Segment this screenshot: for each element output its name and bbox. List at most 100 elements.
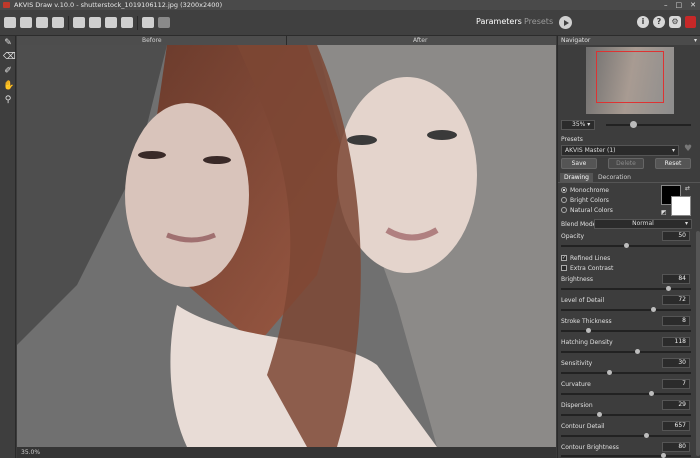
image-canvas[interactable] [17, 45, 556, 447]
param-label: Opacity [561, 233, 585, 240]
settings-panel: Navigator ▾ 35% ▾ Presets AKVIS Master (… [557, 36, 700, 458]
extra-contrast-checkbox[interactable] [561, 265, 567, 271]
eraser-icon[interactable]: ⌫ [3, 52, 16, 62]
param-slider-knob[interactable] [634, 349, 640, 354]
param-slider[interactable] [561, 309, 691, 311]
save-file-icon[interactable] [36, 17, 48, 28]
param-slider-knob[interactable] [586, 328, 591, 333]
param-value[interactable]: 7 [662, 379, 690, 389]
param-value[interactable]: 118 [662, 337, 690, 347]
param-value[interactable]: 84 [662, 274, 690, 284]
print-icon[interactable] [52, 17, 64, 28]
monochrome-label: Monochrome [570, 187, 609, 194]
blend-mode-value: Normal [632, 220, 654, 227]
reset-preset-button[interactable]: Reset [655, 158, 691, 169]
notifications-icon[interactable] [685, 16, 696, 28]
run-icon[interactable] [559, 16, 572, 29]
toolbar-divider [137, 16, 138, 30]
swap-colors-icon[interactable]: ⇄ [685, 185, 690, 192]
param-slider-knob[interactable] [648, 391, 654, 396]
natural-colors-radio[interactable] [561, 207, 567, 213]
chevron-down-icon: ▾ [671, 147, 675, 154]
param-slider-knob[interactable] [623, 243, 629, 248]
zoom-select[interactable]: 35% ▾ [561, 120, 595, 130]
batch-icon[interactable] [89, 17, 101, 28]
window-title: AKVIS Draw v.10.0 - shutterstock_1019106… [14, 1, 223, 9]
refined-lines-label: Refined Lines [570, 255, 611, 262]
navigator-title: Navigator [561, 37, 591, 44]
param-slider[interactable] [561, 455, 691, 457]
navigator-viewport[interactable] [596, 51, 664, 103]
param-value[interactable]: 50 [662, 231, 690, 241]
zoom-icon[interactable]: ⚲ [3, 95, 13, 105]
bright-colors-radio[interactable] [561, 197, 567, 203]
portrait-sketch-image [17, 45, 556, 447]
param-label: Brightness [561, 276, 593, 283]
param-value[interactable]: 657 [662, 421, 690, 431]
param-slider[interactable] [561, 414, 691, 416]
close-button[interactable]: ✕ [690, 0, 696, 10]
hand-icon[interactable]: ✋ [3, 81, 14, 91]
zoom-slider-knob[interactable] [630, 121, 637, 128]
collapse-icon[interactable]: ▾ [694, 36, 697, 45]
brush-icon[interactable]: ✎ [3, 38, 13, 48]
param-label: Contour Brightness [561, 444, 619, 451]
param-value[interactable]: 30 [662, 358, 690, 368]
param-slider-knob[interactable] [666, 286, 671, 291]
before-tab[interactable]: Before [142, 36, 162, 45]
info-icon[interactable]: i [637, 16, 649, 28]
param-slider[interactable] [561, 351, 691, 353]
import-icon[interactable] [105, 17, 117, 28]
monochrome-radio[interactable] [561, 187, 567, 193]
param-slider[interactable] [561, 393, 691, 395]
tab-parameters[interactable]: Parameters [476, 17, 522, 26]
redo-icon[interactable] [158, 17, 170, 28]
tab-decoration[interactable]: Decoration [594, 173, 635, 183]
panel-tabs: Drawing Decoration [558, 173, 700, 183]
tab-drawing[interactable]: Drawing [560, 173, 593, 183]
maximize-button[interactable]: □ [676, 0, 683, 10]
param-slider-knob[interactable] [643, 433, 649, 438]
help-icon[interactable]: ? [653, 16, 665, 28]
share-icon[interactable] [73, 17, 85, 28]
param-value[interactable]: 29 [662, 400, 690, 410]
history-brush-icon[interactable]: ✐ [3, 66, 13, 76]
bright-colors-label: Bright Colors [570, 197, 609, 204]
akvis-app-icon [3, 2, 10, 8]
open-file-icon[interactable] [4, 17, 16, 28]
param-slider-knob[interactable] [651, 307, 656, 312]
param-slider-knob[interactable] [597, 412, 603, 417]
undo-icon[interactable] [142, 17, 154, 28]
param-value[interactable]: 72 [662, 295, 690, 305]
delete-preset-button[interactable]: Delete [608, 158, 644, 169]
open-batch-icon[interactable] [20, 17, 32, 28]
main-toolbar: Parameters Presets i ? ⚙ [0, 10, 700, 36]
panel-scrollbar[interactable] [696, 231, 700, 456]
toolbar-divider [68, 16, 69, 30]
param-slider[interactable] [561, 435, 691, 437]
tab-presets[interactable]: Presets [524, 17, 553, 26]
param-slider[interactable] [561, 288, 691, 290]
reset-colors-icon[interactable]: ◩ [661, 209, 667, 216]
param-label: Curvature [561, 381, 591, 388]
save-preset-button[interactable]: Save [561, 158, 597, 169]
param-slider-knob[interactable] [661, 453, 666, 458]
presets-dropdown[interactable]: AKVIS Master (1) ▾ [561, 145, 679, 156]
export-icon[interactable] [121, 17, 133, 28]
param-label: Dispersion [561, 402, 593, 409]
param-slider[interactable] [561, 372, 691, 374]
param-slider-knob[interactable] [607, 370, 613, 375]
param-value[interactable]: 80 [662, 442, 690, 452]
blend-mode-select[interactable]: Normal ▾ [594, 219, 692, 229]
param-value[interactable]: 8 [662, 316, 690, 326]
gear-icon[interactable]: ⚙ [669, 16, 681, 28]
background-color-swatch[interactable] [671, 196, 691, 216]
param-label: Sensitivity [561, 360, 593, 367]
param-slider[interactable] [561, 330, 691, 332]
refined-lines-checkbox[interactable]: ✓ [561, 255, 567, 261]
zoom-slider[interactable] [606, 124, 691, 126]
zoom-value: 35% [572, 121, 586, 128]
favorite-heart-icon[interactable]: ♥ [684, 144, 692, 154]
after-tab[interactable]: After [413, 36, 427, 45]
minimize-button[interactable]: – [664, 0, 668, 10]
